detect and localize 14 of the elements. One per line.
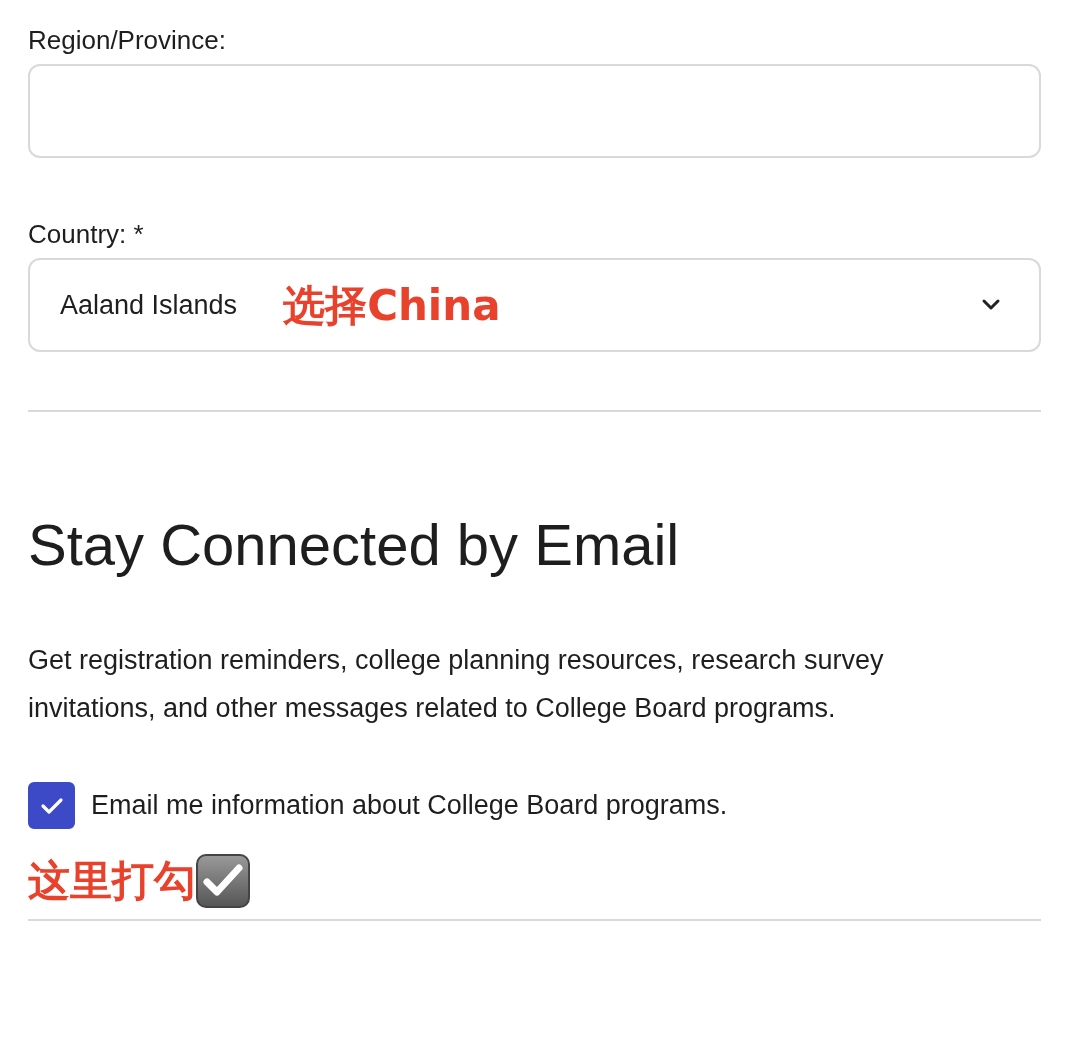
check-icon	[39, 795, 64, 816]
input-field[interactable]	[28, 64, 1041, 158]
field-label: Country: *	[28, 218, 144, 251]
section-heading: Stay Connected by Email	[28, 511, 681, 579]
annotation-text: 选择China	[283, 279, 501, 332]
checkbox-label[interactable]: Email me information about College Board programs.	[91, 785, 728, 826]
description-text: Get registration reminders, college planning resources, research survey invitations, and other messages related to College Board programs.	[28, 644, 885, 725]
check-mark-icon	[196, 854, 250, 908]
country-select[interactable]: Aaland Islands 选择China	[28, 258, 1041, 352]
selected-value: Aaland Islands	[60, 288, 238, 322]
annotation-text: 这里打勾	[28, 855, 196, 907]
chevron-down-icon	[981, 298, 1001, 312]
field-label: Region/Province:	[28, 24, 226, 57]
checkbox[interactable]	[28, 782, 75, 829]
